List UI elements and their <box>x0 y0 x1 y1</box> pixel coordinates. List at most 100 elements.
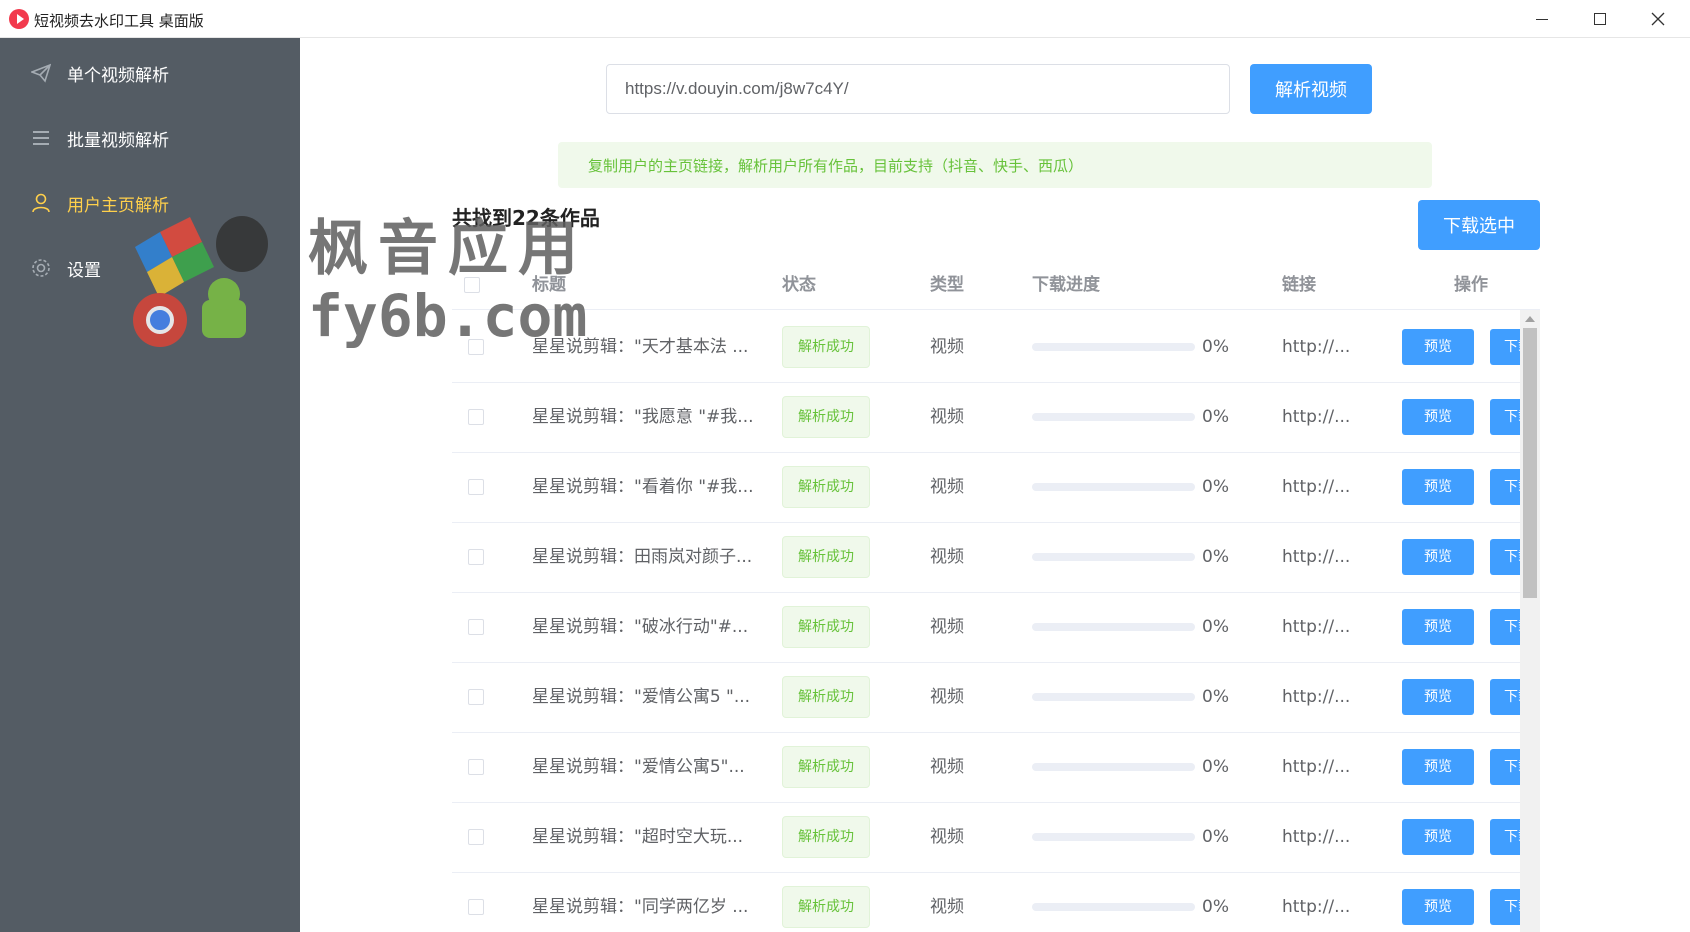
sidebar-item-batch-video[interactable]: 批量视频解析 <box>0 103 300 173</box>
download-button[interactable]: 下载 <box>1490 749 1520 785</box>
sidebar-item-label: 单个视频解析 <box>67 65 169 86</box>
header-link: 链接 <box>1282 275 1316 295</box>
scroll-up-arrow-icon[interactable] <box>1525 316 1535 322</box>
progress-label: 0% <box>1202 477 1229 497</box>
header-action: 操作 <box>1454 275 1488 295</box>
status-badge: 解析成功 <box>782 536 870 578</box>
header-status: 状态 <box>782 275 816 295</box>
url-input[interactable] <box>606 64 1230 114</box>
sidebar-item-settings[interactable]: 设置 <box>0 233 300 303</box>
row-type: 视频 <box>930 897 964 917</box>
minimize-icon <box>1536 18 1548 20</box>
table-header: 标题 状态 类型 下载进度 链接 操作 <box>452 260 1540 310</box>
progress-label: 0% <box>1202 687 1229 707</box>
row-link[interactable]: http://... <box>1282 662 1350 732</box>
preview-button[interactable]: 预览 <box>1402 329 1474 365</box>
row-checkbox[interactable] <box>468 409 484 425</box>
row-checkbox[interactable] <box>468 689 484 705</box>
download-button[interactable]: 下载 <box>1490 819 1520 855</box>
download-selected-button[interactable]: 下载选中 <box>1418 200 1540 250</box>
row-title: 星星说剪辑："爱情公寓5"... <box>532 757 745 777</box>
progress-bar <box>1032 903 1195 911</box>
row-checkbox[interactable] <box>468 619 484 635</box>
preview-button[interactable]: 预览 <box>1402 609 1474 645</box>
row-link[interactable]: http://... <box>1282 732 1350 802</box>
preview-button[interactable]: 预览 <box>1402 819 1474 855</box>
status-badge: 解析成功 <box>782 606 870 648</box>
row-type: 视频 <box>930 757 964 777</box>
row-checkbox[interactable] <box>468 759 484 775</box>
progress-bar <box>1032 553 1195 561</box>
row-link[interactable]: http://... <box>1282 872 1350 932</box>
result-count: 共找到22条作品 <box>452 206 600 230</box>
progress-label: 0% <box>1202 827 1229 847</box>
table-row: 星星说剪辑："爱情公寓5 "... 解析成功 视频 0% http://... 预览下载 <box>452 662 1520 733</box>
row-title: 星星说剪辑："我愿意 "#我... <box>532 407 754 427</box>
parse-video-button[interactable]: 解析视频 <box>1250 64 1372 114</box>
preview-button[interactable]: 预览 <box>1402 539 1474 575</box>
row-link[interactable]: http://... <box>1282 802 1350 872</box>
sidebar-item-single-video[interactable]: 单个视频解析 <box>0 38 300 108</box>
preview-button[interactable]: 预览 <box>1402 889 1474 925</box>
progress-label: 0% <box>1202 337 1229 357</box>
row-title: 星星说剪辑："看着你 "#我... <box>532 477 754 497</box>
table-row: 星星说剪辑："看着你 "#我... 解析成功 视频 0% http://... 预览下载 <box>452 452 1520 523</box>
table-scrollbar[interactable] <box>1520 310 1540 932</box>
row-link[interactable]: http://... <box>1282 522 1350 592</box>
header-title: 标题 <box>532 275 566 295</box>
download-button[interactable]: 下载 <box>1490 889 1520 925</box>
download-button[interactable]: 下载 <box>1490 469 1520 505</box>
scrollbar-thumb[interactable] <box>1523 328 1537 598</box>
table-row: 星星说剪辑："同学两亿岁 ... 解析成功 视频 0% http://... 预览下载 <box>452 872 1520 932</box>
progress-bar <box>1032 693 1195 701</box>
row-title: 星星说剪辑：田雨岚对颜子... <box>532 547 753 567</box>
row-checkbox[interactable] <box>468 829 484 845</box>
download-button[interactable]: 下载 <box>1490 399 1520 435</box>
list-icon <box>31 128 51 148</box>
download-button[interactable]: 下载 <box>1490 679 1520 715</box>
preview-button[interactable]: 预览 <box>1402 749 1474 785</box>
progress-label: 0% <box>1202 757 1229 777</box>
row-checkbox[interactable] <box>468 339 484 355</box>
row-type: 视频 <box>930 827 964 847</box>
row-type: 视频 <box>930 687 964 707</box>
row-title: 星星说剪辑："破冰行动"#... <box>532 617 749 637</box>
row-link[interactable]: http://... <box>1282 452 1350 522</box>
sidebar-item-label: 用户主页解析 <box>67 195 169 216</box>
status-badge: 解析成功 <box>782 396 870 438</box>
progress-bar <box>1032 343 1195 351</box>
select-all-checkbox[interactable] <box>464 277 480 293</box>
maximize-button[interactable] <box>1571 0 1629 38</box>
progress-bar <box>1032 623 1195 631</box>
maximize-icon <box>1594 13 1606 25</box>
row-link[interactable]: http://... <box>1282 592 1350 662</box>
status-badge: 解析成功 <box>782 746 870 788</box>
table-row: 星星说剪辑：田雨岚对颜子... 解析成功 视频 0% http://... 预览下载 <box>452 522 1520 593</box>
row-checkbox[interactable] <box>468 549 484 565</box>
user-icon <box>31 193 51 213</box>
download-button[interactable]: 下载 <box>1490 329 1520 365</box>
preview-button[interactable]: 预览 <box>1402 399 1474 435</box>
header-progress: 下载进度 <box>1032 275 1100 295</box>
app-logo-icon <box>9 9 29 29</box>
row-link[interactable]: http://... <box>1282 312 1350 382</box>
progress-label: 0% <box>1202 617 1229 637</box>
preview-button[interactable]: 预览 <box>1402 679 1474 715</box>
row-checkbox[interactable] <box>468 479 484 495</box>
row-link[interactable]: http://... <box>1282 382 1350 452</box>
download-button[interactable]: 下载 <box>1490 609 1520 645</box>
sidebar: 单个视频解析 批量视频解析 用户主页解析 设置 <box>0 38 300 932</box>
header-type: 类型 <box>930 275 964 295</box>
row-title: 星星说剪辑："天才基本法 ... <box>532 337 749 357</box>
download-button[interactable]: 下载 <box>1490 539 1520 575</box>
minimize-button[interactable] <box>1513 0 1571 38</box>
table-row: 星星说剪辑："破冰行动"#... 解析成功 视频 0% http://... 预览下载 <box>452 592 1520 663</box>
progress-label: 0% <box>1202 547 1229 567</box>
status-badge: 解析成功 <box>782 466 870 508</box>
status-badge: 解析成功 <box>782 816 870 858</box>
row-checkbox[interactable] <box>468 899 484 915</box>
sidebar-item-user-home[interactable]: 用户主页解析 <box>0 168 300 238</box>
table-body: 星星说剪辑："天才基本法 ...解析成功视频0%http://...预览下载星星… <box>452 310 1520 932</box>
preview-button[interactable]: 预览 <box>1402 469 1474 505</box>
close-button[interactable] <box>1629 0 1687 38</box>
